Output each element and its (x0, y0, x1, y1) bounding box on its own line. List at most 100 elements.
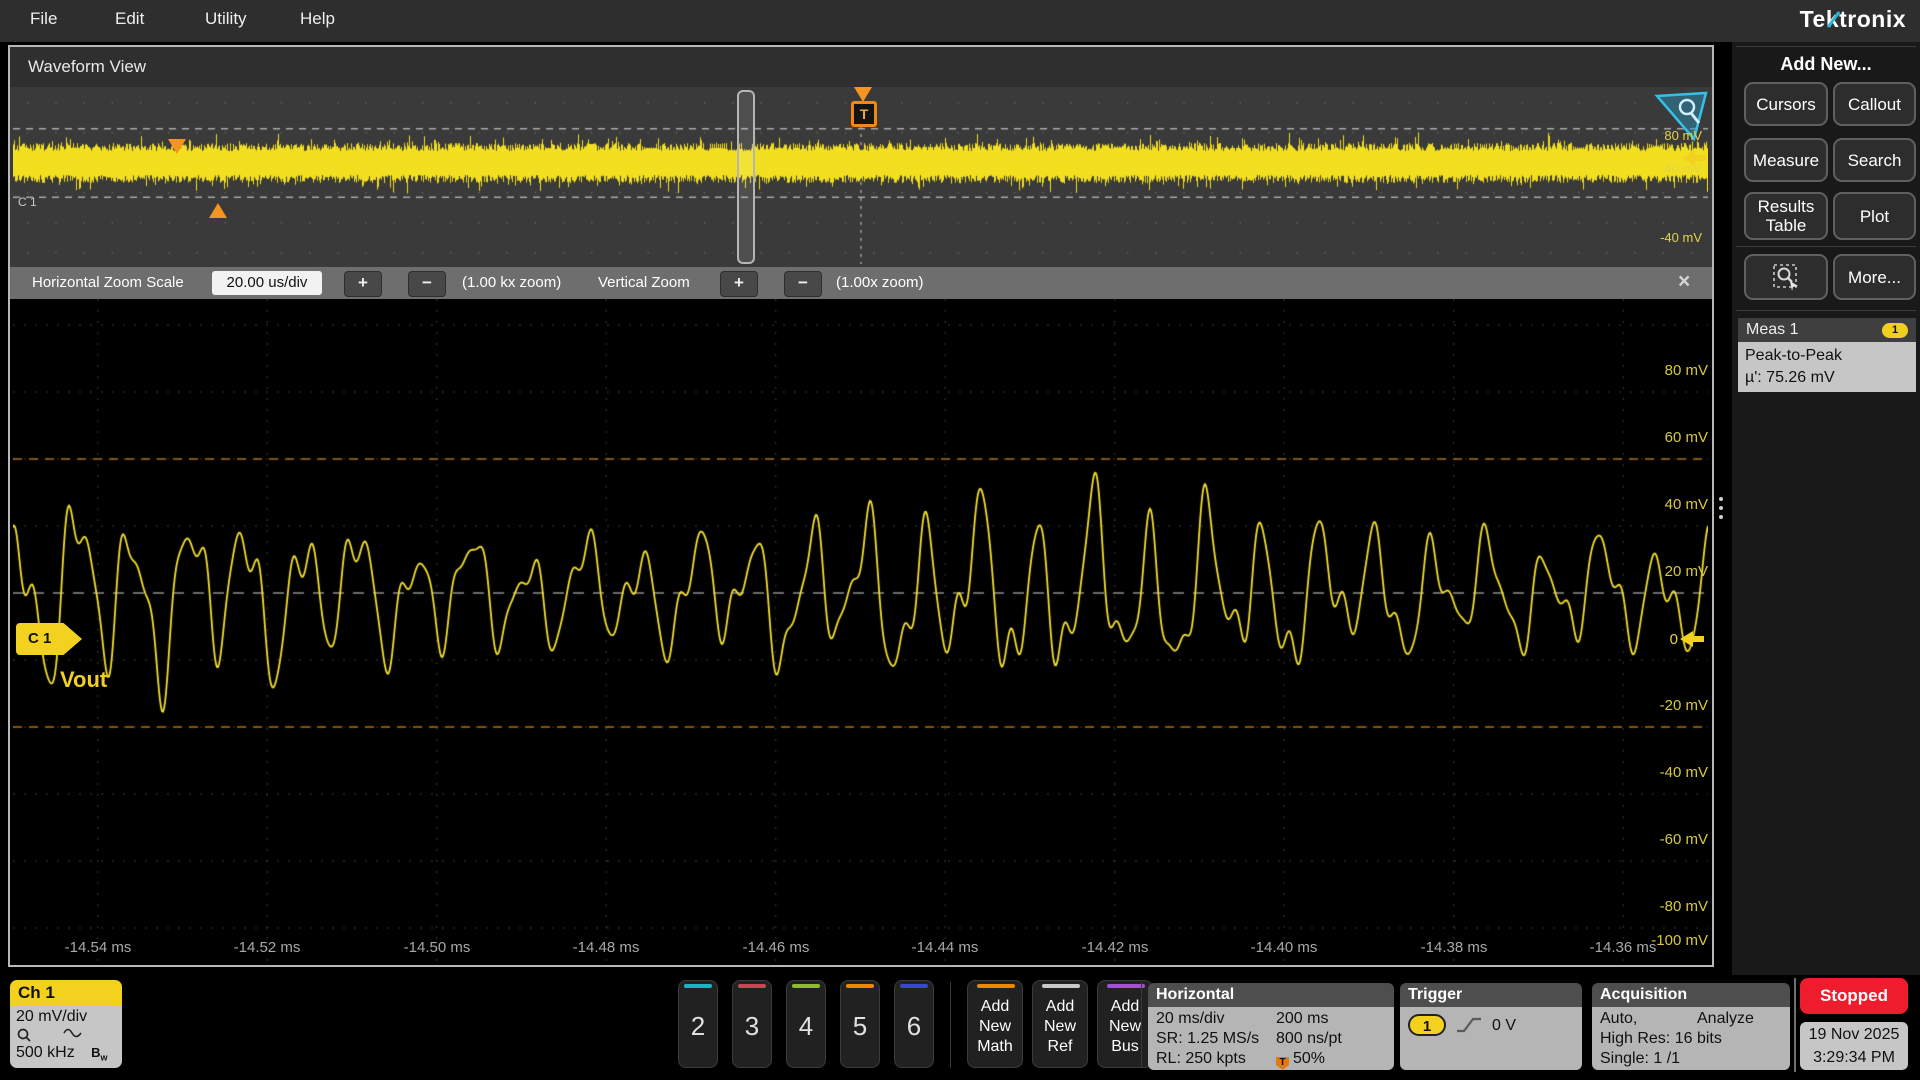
v-zoom-plus-button[interactable]: + (720, 271, 758, 297)
channel-1-settings-badge[interactable]: Ch 1 20 mV/div 500 kHz Bw (10, 980, 122, 1068)
y-label: 60 mV (1664, 429, 1708, 446)
x-label: -14.36 ms (1589, 939, 1657, 956)
horizontal-body: 20 ms/div 200 ms SR: 1.25 MS/s 800 ns/pt R… (1148, 1007, 1394, 1070)
v-zoom-label: Vertical Zoom (598, 274, 690, 291)
meas1-header[interactable]: Meas 1 1 (1738, 318, 1916, 342)
add-results-table-button[interactable]: Results Table (1744, 192, 1828, 240)
add-measure-button[interactable]: Measure (1744, 138, 1828, 182)
zoom-select-button[interactable] (1744, 254, 1828, 300)
meas1-title: Meas 1 (1746, 321, 1799, 338)
tektronix-logo: Tektronix (1799, 6, 1906, 32)
waveform-view-titlebar: Waveform View (10, 47, 1712, 87)
menu-utility[interactable]: Utility (205, 9, 247, 29)
horizontal-title: Horizontal (1148, 983, 1394, 1007)
ch1-body: 20 mV/div 500 kHz Bw (10, 1006, 122, 1068)
ch6-color-strip (900, 984, 928, 988)
trace-label[interactable]: Vout (60, 667, 107, 693)
y-label: 80 mV (1664, 362, 1708, 379)
overview-strip[interactable]: C 1 T -80 ms -60 ms -40 ms -20 ms 0 s 20… (10, 87, 1712, 300)
ch4-label: 4 (798, 1011, 814, 1041)
y-label: -20 mV (1659, 697, 1708, 714)
trigger-source-badge: 1 (1408, 1014, 1446, 1036)
ch1-title: Ch 1 (10, 980, 122, 1006)
channel-4-button[interactable]: 4 (786, 980, 826, 1068)
h-zoom-scale-field[interactable]: 20.00 us/div (212, 271, 322, 295)
min-peak-marker-icon[interactable] (209, 203, 227, 218)
ch1-bandwidth: 500 kHz (16, 1044, 75, 1061)
v-zoom-minus-button[interactable]: − (784, 271, 822, 297)
menu-help[interactable]: Help (300, 9, 335, 29)
x-label: -14.42 ms (1081, 939, 1149, 956)
trigger-marker-arrow-icon[interactable] (854, 87, 872, 102)
run-stop-status-button[interactable]: Stopped (1800, 978, 1908, 1014)
zoom-select-icon (1773, 264, 1798, 291)
horizontal-panel[interactable]: Horizontal 20 ms/div 200 ms SR: 1.25 MS/s… (1148, 983, 1394, 1070)
ch2-color-strip (684, 984, 712, 988)
meas1-body[interactable]: Peak-to-Peak µ': 75.26 mV (1738, 342, 1916, 392)
trigger-title: Trigger (1400, 983, 1582, 1007)
h-zoom-plus-button[interactable]: + (344, 271, 382, 297)
bw-limit-icon: Bw (91, 1045, 108, 1063)
x-label: -14.46 ms (742, 939, 810, 956)
acquisition-body: Auto, Analyze High Res: 16 bits Single: 1… (1592, 1007, 1790, 1070)
close-zoom-icon[interactable]: × (1678, 270, 1690, 294)
menu-bar: File Edit Utility Help Tektronix (0, 0, 1920, 42)
ch6-label: 6 (906, 1011, 922, 1041)
divider (1794, 978, 1796, 1072)
add-new-math-button[interactable]: Add New Math (967, 980, 1023, 1068)
acquisition-panel[interactable]: Acquisition Auto, Analyze High Res: 16 bi… (1592, 983, 1790, 1070)
zero-level-arrow-icon[interactable] (1680, 630, 1706, 648)
rising-edge-icon (1457, 1017, 1481, 1033)
add-new-title: Add New... (1780, 54, 1872, 74)
ch2-label: 2 (690, 1011, 706, 1041)
h-zoom-readout: (1.00 kx zoom) (462, 274, 562, 291)
add-new-ref-button[interactable]: Add New Ref (1032, 980, 1088, 1068)
channel-5-button[interactable]: 5 (840, 980, 880, 1068)
x-label: -14.40 ms (1250, 939, 1318, 956)
overview-channel-label: C 1 (18, 195, 37, 209)
menu-edit[interactable]: Edit (115, 9, 144, 29)
add-plot-button[interactable]: Plot (1833, 192, 1916, 240)
trigger-marker-icon[interactable]: T (851, 101, 877, 127)
divider (1736, 246, 1916, 247)
h-zoom-minus-button[interactable]: − (408, 271, 446, 297)
x-label: -14.38 ms (1420, 939, 1488, 956)
ch5-label: 5 (852, 1011, 868, 1041)
panel-splitter-handle[interactable] (1719, 497, 1723, 519)
zoom-waveform-canvas[interactable] (13, 299, 1708, 963)
ref-color-strip (1042, 984, 1080, 988)
add-new-bus-button[interactable]: Add New Bus (1097, 980, 1153, 1068)
divider (1736, 46, 1916, 47)
x-label: -14.44 ms (911, 939, 979, 956)
channel-3-button[interactable]: 3 (732, 980, 772, 1068)
meas1-source-badge: 1 (1882, 323, 1908, 338)
zoom-plot-area[interactable]: C 1 Vout 0 80 mV 60 mV 40 mV 20 mV -20 m… (10, 299, 1712, 965)
add-cursors-button[interactable]: Cursors (1744, 82, 1828, 126)
trigger-panel[interactable]: Trigger 1 0 V (1400, 983, 1582, 1070)
x-label: -14.52 ms (233, 939, 301, 956)
ov-volt-label: 40 mV (1664, 161, 1702, 176)
date: 19 Nov 2025 (1808, 1026, 1900, 1043)
divider (1141, 982, 1142, 1068)
add-more-button[interactable]: More... (1833, 254, 1916, 300)
y-label: 20 mV (1664, 563, 1708, 580)
channel-2-button[interactable]: 2 (678, 980, 718, 1068)
settings-bar: Ch 1 20 mV/div 500 kHz Bw 2 3 4 5 6 Add … (0, 975, 1920, 1080)
add-callout-button[interactable]: Callout (1833, 82, 1916, 126)
max-peak-marker-icon[interactable] (168, 139, 186, 154)
trigger-position-icon: T (1276, 1057, 1289, 1070)
x-label: -14.50 ms (403, 939, 471, 956)
sine-coupling-icon (63, 1028, 83, 1038)
waveform-view-title: Waveform View (28, 57, 147, 76)
zoom-window-indicator[interactable] (737, 90, 755, 264)
channel-6-button[interactable]: 6 (894, 980, 934, 1068)
meas1-type: Peak-to-Peak (1745, 347, 1842, 364)
ch3-color-strip (738, 984, 766, 988)
add-search-button[interactable]: Search (1833, 138, 1916, 182)
time: 3:29:34 PM (1813, 1049, 1895, 1066)
h-zoom-scale-label: Horizontal Zoom Scale (32, 274, 184, 291)
menu-file[interactable]: File (30, 9, 57, 29)
add-new-panel: Add New... Cursors Callout Measure Searc… (1732, 42, 1920, 975)
y-label: -80 mV (1659, 898, 1708, 915)
y-label: 40 mV (1664, 496, 1708, 513)
